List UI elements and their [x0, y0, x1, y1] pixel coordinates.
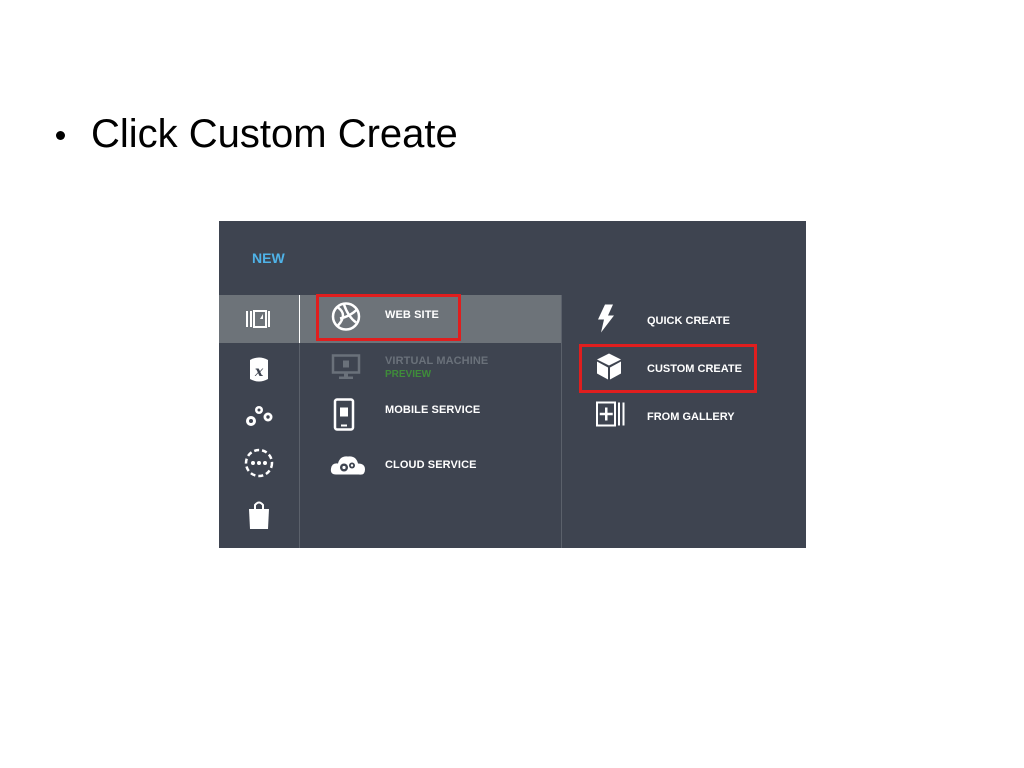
- category-database[interactable]: x: [219, 345, 299, 393]
- category-compute[interactable]: [219, 295, 303, 343]
- database-icon: x: [250, 357, 268, 382]
- category-network[interactable]: [219, 439, 299, 487]
- preview-badge: PREVIEW: [385, 369, 432, 380]
- slide-bullet: Click Custom Create: [56, 112, 458, 157]
- store-bag-icon: [249, 501, 269, 529]
- cloud-gear-icon: [330, 453, 366, 486]
- mobile-icon: [330, 398, 358, 437]
- compute-icon: [246, 310, 270, 328]
- service-cloud-service[interactable]: CLOUD SERVICE: [300, 447, 561, 491]
- bullet-dot: [56, 131, 65, 140]
- web-site-highlight: [316, 294, 461, 341]
- gears-icon: [246, 406, 273, 426]
- service-label: VIRTUAL MACHINE: [385, 355, 489, 367]
- lightning-icon: [596, 304, 616, 339]
- panel-title: NEW: [252, 250, 285, 266]
- action-label: FROM GALLERY: [647, 411, 735, 423]
- svg-text:x: x: [254, 364, 264, 380]
- network-icon: [244, 448, 274, 478]
- service-label: MOBILE SERVICE: [385, 404, 481, 416]
- service-mobile-service[interactable]: MOBILE SERVICE: [300, 395, 561, 439]
- monitor-icon: [330, 353, 362, 386]
- service-virtual-machine: VIRTUAL MACHINE PREVIEW: [300, 347, 561, 391]
- bullet-text: Click Custom Create: [91, 112, 458, 156]
- custom-create-highlight: [579, 344, 757, 393]
- new-panel: NEW x WEB SITE VIRTUAL MACHINE PREVIEW M…: [219, 221, 806, 548]
- action-quick-create[interactable]: QUICK CREATE: [562, 299, 806, 343]
- service-label: CLOUD SERVICE: [385, 459, 477, 471]
- gallery-add-icon: [596, 401, 626, 433]
- category-services[interactable]: [219, 391, 299, 439]
- action-label: QUICK CREATE: [647, 315, 730, 327]
- category-store[interactable]: [219, 491, 299, 539]
- action-from-gallery[interactable]: FROM GALLERY: [562, 395, 806, 439]
